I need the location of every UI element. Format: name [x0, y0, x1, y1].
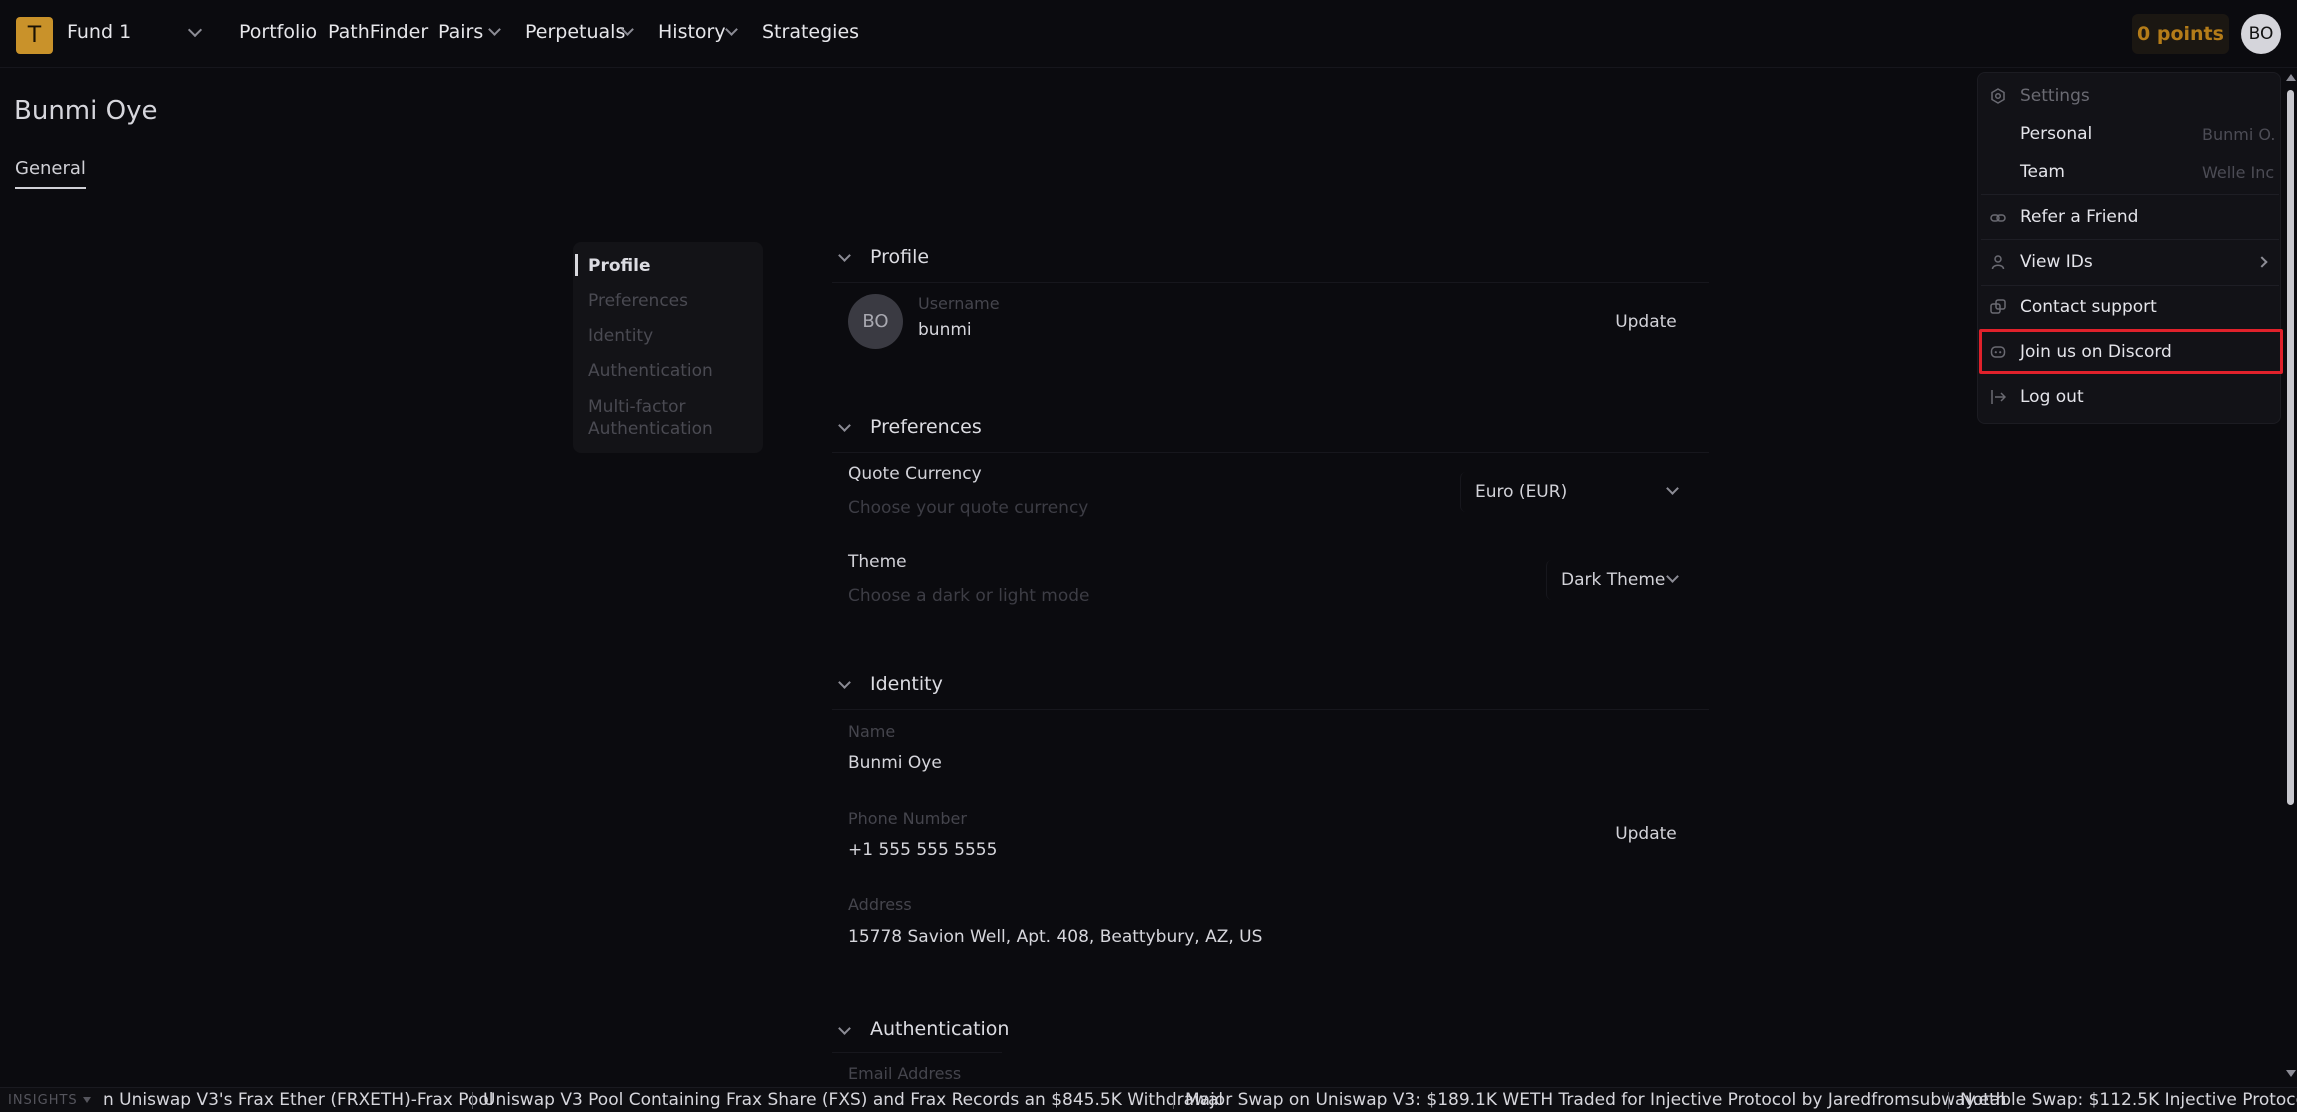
settings-icon [1991, 88, 2005, 104]
scrollbar-thumb[interactable] [2287, 90, 2294, 805]
update-identity-button[interactable]: Update [1594, 812, 1698, 856]
logo-letter: T [27, 23, 42, 48]
quote-currency-select[interactable]: Euro (EUR) [1460, 472, 1690, 512]
theme-value: Dark Theme [1561, 570, 1666, 590]
ticker-item[interactable]: Uniswap V3 Pool Containing Frax Share (F… [483, 1090, 1223, 1110]
update-profile-button[interactable]: Update [1594, 300, 1698, 344]
logout-icon [1991, 390, 2006, 404]
section-title-identity: Identity [870, 673, 943, 695]
tab-general[interactable]: General [15, 158, 86, 189]
section-nav-mfa-line2[interactable]: Authentication [588, 418, 713, 440]
insights-ticker: INSIGHTS n Uniswap V3's Frax Ether (FRXE… [0, 1087, 2297, 1112]
points-badge[interactable]: 0 points [2132, 14, 2229, 54]
menu-team-value: Welle Inc [2202, 163, 2275, 182]
link-icon [1990, 214, 2006, 222]
nav-history[interactable]: History [658, 21, 726, 43]
menu-item-view-ids[interactable]: View IDs [2020, 252, 2093, 272]
divider [832, 282, 1709, 283]
email-label: Email Address [848, 1064, 962, 1083]
ticker-item[interactable]: n Uniswap V3's Frax Ether (FRXETH)-Frax … [103, 1090, 493, 1110]
phone-value: +1 555 555 5555 [848, 840, 998, 860]
nav-perpetuals[interactable]: Perpetuals [525, 21, 625, 43]
divider [832, 452, 1709, 453]
nav-pathfinder[interactable]: PathFinder [328, 21, 428, 43]
fund-selector[interactable]: Fund 1 [67, 21, 131, 43]
user-icon [1991, 255, 2005, 270]
section-nav-authentication[interactable]: Authentication [588, 360, 713, 382]
name-label: Name [848, 722, 896, 741]
section-title-profile: Profile [870, 246, 930, 268]
section-nav-identity[interactable]: Identity [588, 325, 653, 347]
theme-description: Choose a dark or light mode [848, 586, 1090, 606]
nav-strategies[interactable]: Strategies [762, 21, 859, 43]
username-value: bunmi [918, 320, 972, 340]
theme-label: Theme [848, 552, 907, 572]
menu-divider [1981, 285, 2279, 286]
phone-label: Phone Number [848, 809, 967, 828]
section-nav-profile[interactable]: Profile [588, 255, 650, 277]
menu-settings-heading: Settings [2020, 86, 2090, 106]
theme-select[interactable]: Dark Theme [1546, 560, 1690, 600]
ticker-label: INSIGHTS [8, 1093, 78, 1108]
divider [832, 1052, 1002, 1053]
ticker-arrow-icon [83, 1097, 91, 1103]
page-title: Bunmi Oye [14, 96, 158, 126]
menu-divider [1981, 239, 2279, 240]
section-nav-preferences[interactable]: Preferences [588, 290, 688, 312]
chevron-down-icon[interactable] [838, 676, 851, 689]
ticker-separator [1173, 1092, 1174, 1109]
username-label: Username [918, 294, 1000, 313]
nav-pairs[interactable]: Pairs [438, 21, 483, 43]
scroll-up-icon[interactable] [2286, 74, 2296, 81]
quote-currency-label: Quote Currency [848, 464, 982, 484]
profile-avatar: BO [848, 294, 903, 349]
section-title-preferences: Preferences [870, 416, 982, 438]
nav-portfolio[interactable]: Portfolio [239, 21, 317, 43]
ticker-item[interactable]: Major Swap on Uniswap V3: $189.1K WETH T… [1185, 1090, 2006, 1110]
address-value: 15778 Savion Well, Apt. 408, Beattybury,… [848, 927, 1263, 947]
menu-item-join-discord[interactable]: Join us on Discord [2020, 342, 2172, 362]
menu-divider [1981, 194, 2279, 195]
ticker-item[interactable]: Notable Swap: $112.5K Injective Protocol… [1960, 1090, 2297, 1110]
menu-item-team[interactable]: Team [2020, 162, 2065, 182]
ticker-separator [472, 1092, 473, 1109]
name-value: Bunmi Oye [848, 753, 942, 773]
divider [832, 709, 1709, 710]
menu-personal-value: Bunmi O. [2202, 125, 2276, 144]
fund-logo[interactable]: T [16, 17, 53, 54]
menu-item-contact-support[interactable]: Contact support [2020, 297, 2157, 317]
support-icon [1990, 299, 2006, 314]
chevron-down-icon[interactable] [838, 1022, 851, 1035]
menu-item-log-out[interactable]: Log out [2020, 387, 2084, 407]
scroll-down-icon[interactable] [2286, 1070, 2296, 1077]
menu-item-refer-a-friend[interactable]: Refer a Friend [2020, 207, 2138, 227]
ticker-separator [1948, 1092, 1949, 1109]
chevron-down-icon[interactable] [838, 249, 851, 262]
chevron-down-icon[interactable] [838, 419, 851, 432]
menu-item-personal[interactable]: Personal [2020, 124, 2092, 144]
active-indicator [575, 254, 578, 276]
quote-currency-description: Choose your quote currency [848, 498, 1089, 518]
section-title-authentication: Authentication [870, 1018, 1010, 1040]
address-label: Address [848, 895, 912, 914]
quote-currency-value: Euro (EUR) [1475, 482, 1568, 502]
section-nav-mfa-line1[interactable]: Multi-factor [588, 396, 686, 418]
user-avatar-button[interactable]: BO [2241, 14, 2281, 54]
discord-icon [1990, 346, 2006, 358]
